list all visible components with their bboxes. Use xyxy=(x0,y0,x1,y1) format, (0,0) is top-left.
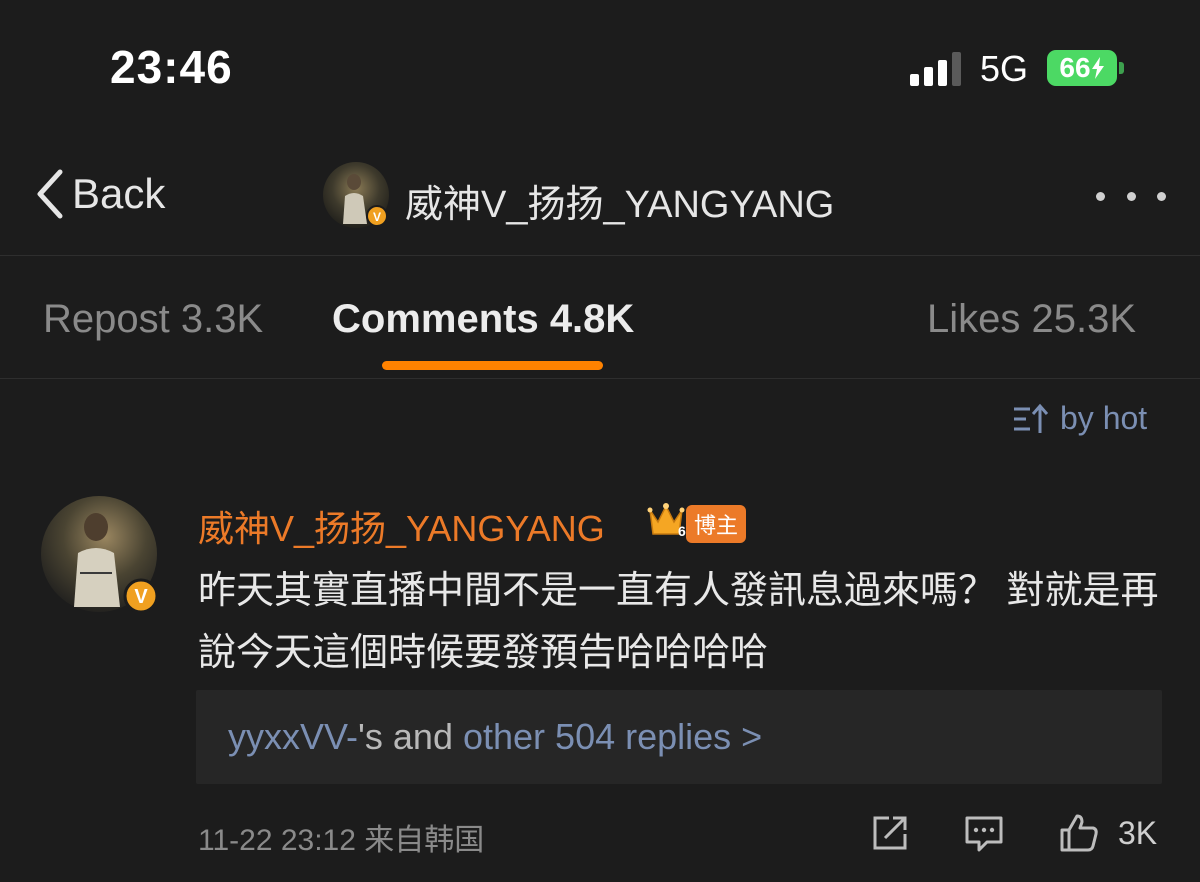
more-icon xyxy=(1096,191,1105,201)
svg-text:6: 6 xyxy=(678,523,686,539)
comment-icon xyxy=(965,816,1003,852)
comment-button[interactable] xyxy=(963,812,1005,859)
comment-text: 昨天其實直播中間不是一直有人發訊息過來嗎？ 對就是再說今天這個時候要發預告哈哈哈… xyxy=(198,570,1159,674)
comment-meta: 11-22 23:12 来自韩国 xyxy=(198,824,485,857)
replies-preview[interactable]: yyxxVV-'s and other 504 replies > xyxy=(196,690,1162,784)
comment-author[interactable]: 威神V_扬扬_YANGYANG xyxy=(198,500,605,552)
sort-button[interactable]: by hot xyxy=(1012,400,1147,437)
status-bar: 23:46 5G 66 xyxy=(0,0,1200,140)
status-time: 23:46 xyxy=(110,41,233,93)
network-type: 5G xyxy=(980,48,1029,89)
author-badge: 博主 xyxy=(686,505,747,543)
share-icon xyxy=(873,816,907,850)
tab-comments[interactable]: Comments 4.8K xyxy=(332,297,634,342)
battery-cap xyxy=(1119,62,1124,74)
share-button[interactable] xyxy=(869,812,911,859)
active-tab-indicator xyxy=(382,361,603,370)
nav-bar: Back V 威神V_扬扬_YANGYANG xyxy=(0,140,1200,256)
like-icon xyxy=(1060,814,1098,852)
back-label: Back xyxy=(72,170,166,217)
svg-text:V: V xyxy=(134,586,148,608)
signal-icon xyxy=(910,52,961,86)
more-replies-link[interactable]: other 504 replies > xyxy=(463,716,762,758)
svg-text:V: V xyxy=(373,210,381,224)
like-button[interactable] xyxy=(1058,812,1100,859)
battery-icon: 66 xyxy=(1047,50,1117,86)
reply-user-link[interactable]: yyxxVV- xyxy=(228,716,358,758)
like-count: 3K xyxy=(1118,815,1158,851)
tab-likes[interactable]: Likes 25.3K xyxy=(927,297,1136,342)
sort-label: by hot xyxy=(1060,400,1148,436)
tab-bar: Repost 3.3K Comments 4.8K Likes 25.3K xyxy=(0,257,1200,379)
sort-icon xyxy=(1014,403,1048,433)
charging-bolt-icon xyxy=(1091,57,1104,79)
reply-connector: 's and xyxy=(358,716,463,757)
back-chevron-icon xyxy=(37,169,63,219)
tab-repost[interactable]: Repost 3.3K xyxy=(43,297,263,342)
battery-level: 66 xyxy=(1059,52,1091,83)
page-title: 威神V_扬扬_YANGYANG xyxy=(405,184,835,226)
avatar[interactable]: V xyxy=(323,162,389,228)
more-button[interactable] xyxy=(1096,176,1166,216)
back-button[interactable]: Back xyxy=(30,166,165,222)
avatar[interactable]: V xyxy=(40,495,158,613)
